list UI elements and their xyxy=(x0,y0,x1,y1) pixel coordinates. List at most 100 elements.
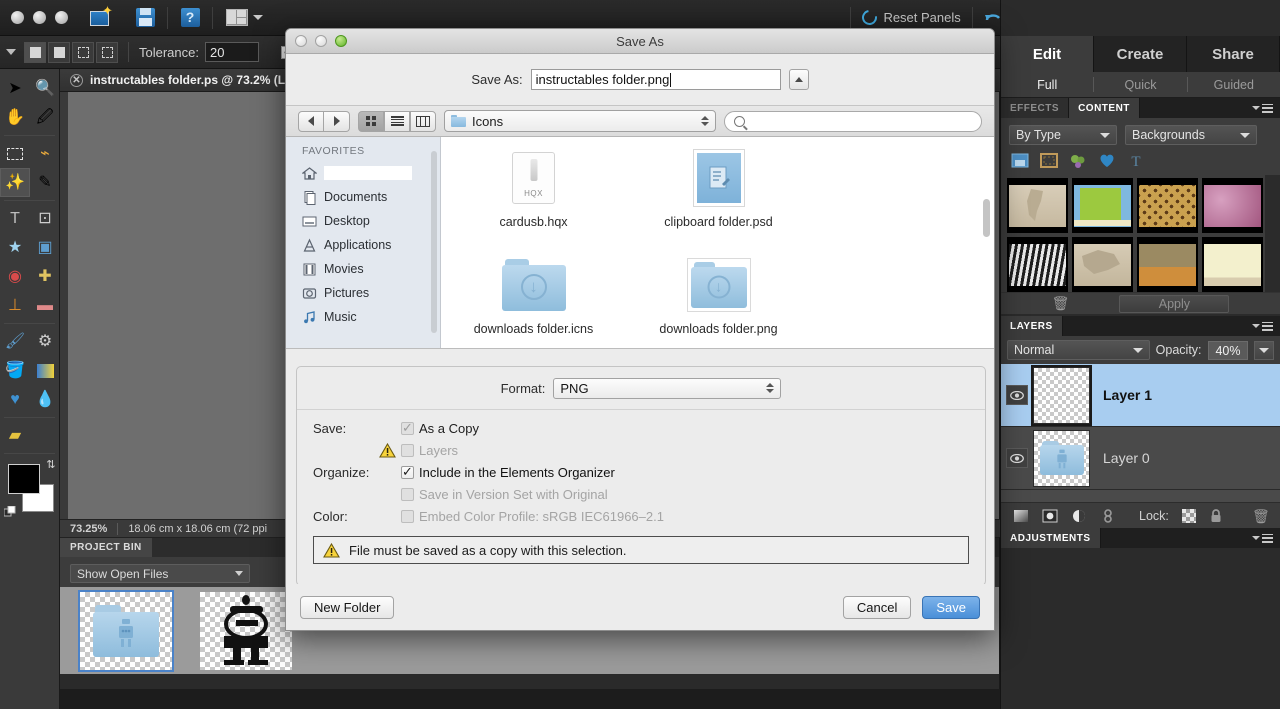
default-colors-icon[interactable] xyxy=(3,505,16,517)
tab-effects[interactable]: EFFECTS xyxy=(1001,98,1070,118)
dialog-title-bar[interactable]: Save As xyxy=(286,29,994,54)
adjustments-panel-menu-button[interactable] xyxy=(1245,528,1280,548)
tab-layers[interactable]: LAYERS xyxy=(1001,316,1063,336)
options-expand-icon[interactable] xyxy=(6,49,16,55)
shape-tool[interactable]: ♥ xyxy=(0,385,30,414)
layer-row[interactable]: Layer 1 xyxy=(1001,364,1280,427)
content-swatch[interactable] xyxy=(1007,237,1068,292)
as-a-copy-checkbox[interactable] xyxy=(401,421,414,435)
redeye-tool[interactable]: ◉ xyxy=(0,262,30,291)
file-list[interactable]: HQX cardusb.hqx clipboard folder.psd ↓ d… xyxy=(441,137,994,348)
project-bin-item[interactable] xyxy=(78,587,174,675)
paint-bucket-tool[interactable]: 🪣 xyxy=(0,356,30,385)
content-swatch[interactable] xyxy=(1072,237,1133,292)
layers-panel-menu-button[interactable] xyxy=(1245,316,1280,336)
file-item[interactable]: ↓ downloads folder.png xyxy=(626,248,811,348)
apply-button[interactable]: Apply xyxy=(1119,294,1230,313)
project-bin-item[interactable] xyxy=(198,587,294,675)
blend-mode-dropdown[interactable]: Normal xyxy=(1007,340,1150,360)
straighten-tool[interactable]: ▣ xyxy=(30,233,60,262)
link-layers-icon[interactable] xyxy=(1100,508,1116,524)
tab-content[interactable]: CONTENT xyxy=(1069,98,1140,118)
add-to-selection-button[interactable] xyxy=(48,41,70,63)
healing-brush-tool[interactable]: ✚ xyxy=(30,262,60,291)
layer-row[interactable]: Layer 0 xyxy=(1001,427,1280,490)
content-swatch[interactable] xyxy=(1202,237,1263,292)
layer-visibility-toggle[interactable] xyxy=(1006,385,1028,405)
content-filter-by-dropdown[interactable]: By Type xyxy=(1009,125,1117,145)
close-icon[interactable]: ✕ xyxy=(70,73,83,87)
new-fill-layer-icon[interactable] xyxy=(1042,508,1058,524)
lock-transparency-icon[interactable] xyxy=(1181,508,1196,523)
zoom-tool[interactable]: 🔍 xyxy=(30,74,60,103)
file-list-scrollbar[interactable] xyxy=(983,199,990,237)
save-confirm-button[interactable]: Save xyxy=(922,595,980,619)
magic-wand-tool[interactable]: ✨ xyxy=(0,168,30,197)
tab-adjustments[interactable]: ADJUSTMENTS xyxy=(1001,528,1101,548)
sidebar-item-music[interactable]: Music xyxy=(286,305,440,329)
search-input[interactable] xyxy=(724,110,982,132)
quick-selection-tool[interactable]: ✎ xyxy=(30,168,60,197)
tab-create[interactable]: Create xyxy=(1094,36,1187,72)
include-organizer-checkbox[interactable] xyxy=(401,465,414,479)
zoom-level[interactable]: 73.25% xyxy=(60,523,117,535)
file-item[interactable]: HQX cardusb.hqx xyxy=(441,141,626,248)
file-item[interactable]: ↓ downloads folder.icns xyxy=(441,248,626,348)
save-as-filename-input[interactable]: instructables folder.png xyxy=(530,69,781,90)
embed-profile-checkbox[interactable] xyxy=(401,509,414,523)
document-tab[interactable]: ✕ instructables folder.ps @ 73.2% (Laye xyxy=(60,69,315,91)
sidebar-item-desktop[interactable]: Desktop xyxy=(286,209,440,233)
brush-tool[interactable]: 🖌 xyxy=(0,327,30,356)
window-close-button[interactable] xyxy=(11,11,24,24)
sidebar-item-movies[interactable]: Movies xyxy=(286,257,440,281)
type-tool[interactable]: T xyxy=(0,204,30,233)
cookie-cutter-tool[interactable]: ★ xyxy=(0,233,30,262)
tab-share[interactable]: Share xyxy=(1187,36,1280,72)
subtract-from-selection-button[interactable] xyxy=(72,41,94,63)
expand-collapse-button[interactable] xyxy=(788,69,809,90)
layers-checkbox[interactable] xyxy=(401,443,414,457)
graphics-icon[interactable] xyxy=(1069,153,1087,169)
move-tool[interactable]: ➤ xyxy=(0,74,30,103)
tab-full[interactable]: Full xyxy=(1001,78,1093,92)
project-bin-tab[interactable]: PROJECT BIN xyxy=(60,538,152,557)
text-icon[interactable]: T xyxy=(1127,153,1145,170)
lasso-tool[interactable]: ⌁ xyxy=(30,139,60,168)
window-zoom-button[interactable] xyxy=(55,11,68,24)
sidebar-item-pictures[interactable]: Pictures xyxy=(286,281,440,305)
content-swatch[interactable] xyxy=(1137,237,1198,292)
content-swatch[interactable] xyxy=(1202,178,1263,233)
icon-view-button[interactable] xyxy=(358,110,384,132)
folder-thumb[interactable] xyxy=(1033,429,1090,487)
trash-icon[interactable]: 🗑 xyxy=(1052,295,1070,312)
swap-colors-icon[interactable]: ⇅ xyxy=(46,458,55,471)
sponge-tool[interactable]: ▰ xyxy=(0,421,30,450)
new-selection-button[interactable] xyxy=(24,41,46,63)
adjustment-layer-icon[interactable] xyxy=(1071,508,1087,524)
shapes-icon[interactable] xyxy=(1098,153,1116,169)
backgrounds-icon[interactable] xyxy=(1011,153,1029,169)
column-view-button[interactable] xyxy=(410,110,436,132)
new-file-button[interactable]: ✦ xyxy=(86,4,116,31)
tab-guided[interactable]: Guided xyxy=(1188,78,1280,92)
frames-icon[interactable] xyxy=(1040,153,1058,169)
list-view-button[interactable] xyxy=(384,110,410,132)
crop-tool[interactable]: ⊡ xyxy=(30,204,60,233)
sidebar-item-applications[interactable]: Applications xyxy=(286,233,440,257)
content-swatch[interactable] xyxy=(1137,178,1198,233)
cancel-button[interactable]: Cancel xyxy=(842,595,912,619)
new-folder-button[interactable]: New Folder xyxy=(300,595,395,619)
intersect-selection-button[interactable] xyxy=(96,41,118,63)
trash-icon[interactable]: 🗑 xyxy=(1252,508,1270,524)
content-filter-type-dropdown[interactable]: Backgrounds xyxy=(1125,125,1257,145)
selection-mode-group[interactable] xyxy=(24,41,118,63)
foreground-color-swatch[interactable] xyxy=(7,464,40,494)
window-minimize-button[interactable] xyxy=(33,11,46,24)
content-panel-menu-button[interactable] xyxy=(1245,98,1280,118)
rectangular-marquee-tool[interactable] xyxy=(0,139,30,168)
tolerance-input[interactable]: 20 xyxy=(204,42,259,62)
layout-button[interactable] xyxy=(220,5,268,31)
opacity-input[interactable]: 40% xyxy=(1207,340,1249,360)
help-button[interactable]: ? xyxy=(175,5,205,31)
sidebar-scrollbar[interactable] xyxy=(431,151,437,333)
